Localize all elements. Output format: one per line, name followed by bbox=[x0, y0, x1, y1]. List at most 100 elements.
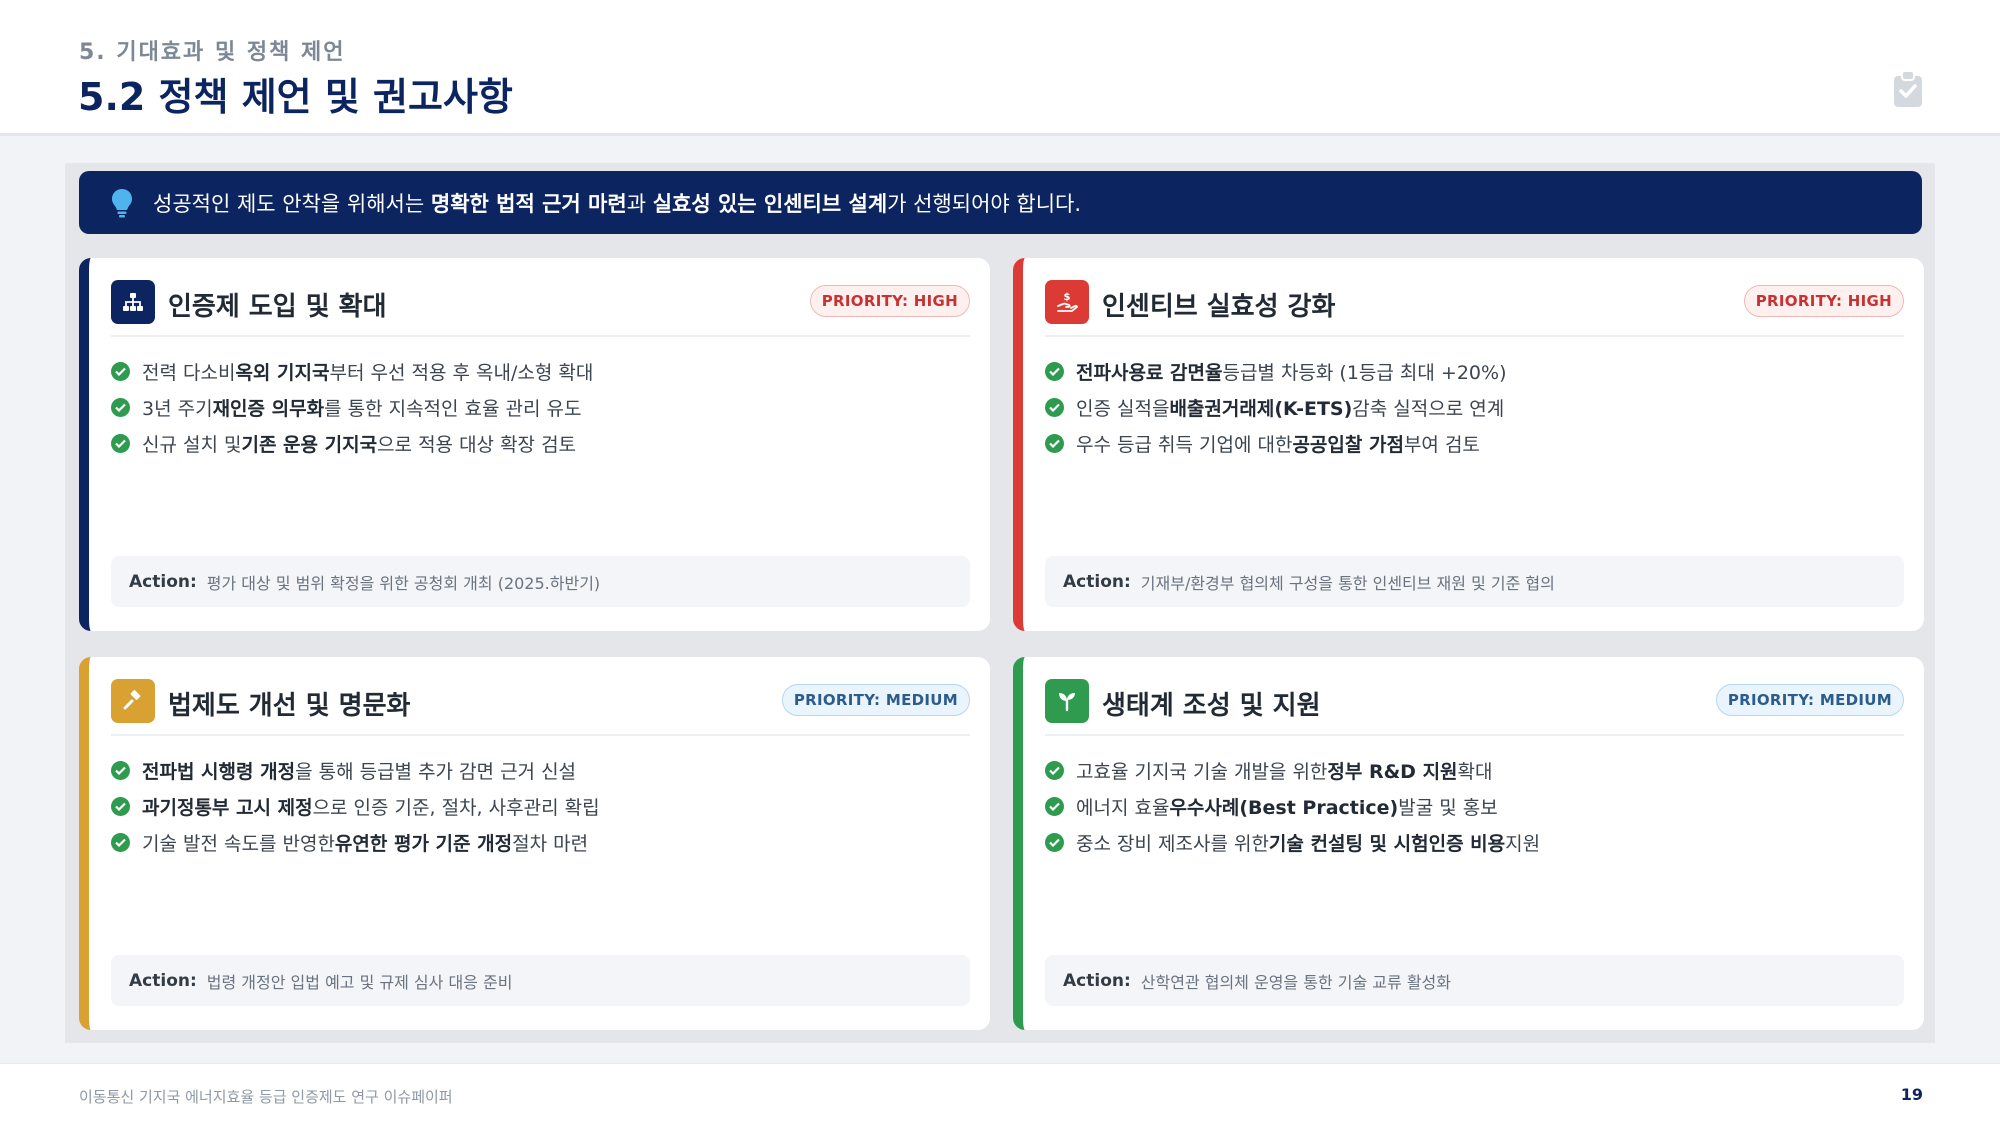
key-message-banner: 성공적인 제도 안착을 위해서는 명확한 법적 근거 마련과 실효성 있는 인센… bbox=[79, 171, 1922, 234]
bullet-text: 우수 등급 취득 기업에 대한 bbox=[1076, 433, 1293, 456]
list-item: 우수 등급 취득 기업에 대한 공공입찰 가점 부여 검토 bbox=[1045, 425, 1507, 461]
bullet-text: 기술 발전 속도를 반영한 bbox=[142, 832, 335, 855]
bullet-text: 등급별 차등화 (1등급 최대 +20%) bbox=[1222, 361, 1507, 384]
card-title: 인센티브 실효성 강화 bbox=[1102, 292, 1336, 322]
action-label: Action: bbox=[129, 970, 197, 991]
check-circle-icon bbox=[1045, 397, 1064, 417]
list-item: 전력 다소비 옥외 기지국 부터 우선 적용 후 옥내/소형 확대 bbox=[111, 353, 593, 389]
list-item: 인증 실적을 배출권거래제(K-ETS) 감축 실적으로 연계 bbox=[1045, 389, 1507, 425]
bullet-emphasis: 우수사례(Best Practice) bbox=[1169, 796, 1399, 819]
check-circle-icon bbox=[111, 397, 130, 417]
priority-badge: PRIORITY: HIGH bbox=[1743, 285, 1904, 317]
banner-highlight-incentive: 실효성 있는 인센티브 설계 bbox=[652, 191, 888, 216]
list-item: 고효율 기지국 기술 개발을 위한 정부 R&D 지원 확대 bbox=[1045, 752, 1540, 788]
action-box: Action: 법령 개정안 입법 예고 및 규제 심사 대응 준비 bbox=[111, 955, 970, 1006]
clipboard-check-icon bbox=[1894, 70, 1922, 107]
bullet-emphasis: 기존 운용 기지국 bbox=[241, 433, 378, 456]
bullet-list: 전파법 시행령 개정 을 통해 등급별 추가 감면 근거 신설 과기정통부 고시 … bbox=[111, 752, 600, 860]
bullet-text: 부여 검토 bbox=[1403, 433, 1480, 456]
bullet-text: 전력 다소비 bbox=[142, 361, 236, 384]
bullet-emphasis: 옥외 기지국 bbox=[235, 361, 330, 384]
card-header: 인증제 도입 및 확대 PRIORITY: HIGH bbox=[111, 280, 970, 337]
action-text: 평가 대상 및 범위 확정을 위한 공청회 개최 (2025.하반기) bbox=[206, 573, 601, 593]
slide-footer: 이동통신 기지국 에너지효율 등급 인증제도 연구 이슈페이퍼 19 bbox=[0, 1063, 2000, 1125]
page-title: 5.2 정책 제언 및 권고사항 bbox=[78, 75, 513, 119]
action-box: Action: 평가 대상 및 범위 확정을 위한 공청회 개최 (2025.하… bbox=[111, 556, 970, 607]
bullet-text: 중소 장비 제조사를 위한 bbox=[1076, 832, 1269, 855]
bullet-text: 감축 실적으로 연계 bbox=[1352, 397, 1505, 420]
bullet-text: 으로 적용 대상 확장 검토 bbox=[377, 433, 577, 456]
bullet-emphasis: 배출권거래제(K-ETS) bbox=[1169, 397, 1353, 420]
check-circle-icon bbox=[111, 832, 130, 852]
bullet-text: 인증 실적을 bbox=[1076, 397, 1170, 420]
bullet-emphasis: 전파사용료 감면율 bbox=[1076, 361, 1223, 384]
list-item: 전파법 시행령 개정 을 통해 등급별 추가 감면 근거 신설 bbox=[111, 752, 600, 788]
policy-card-incentive: $ 인센티브 실효성 강화 PRIORITY: HIGH 전파사용료 감면율 등… bbox=[1013, 258, 1924, 631]
list-item: 중소 장비 제조사를 위한 기술 컨설팅 및 시험인증 비용 지원 bbox=[1045, 824, 1540, 860]
list-item: 과기정통부 고시 제정 으로 인증 기준, 절차, 사후관리 확립 bbox=[111, 788, 600, 824]
check-circle-icon bbox=[1045, 796, 1064, 816]
card-title: 법제도 개선 및 명문화 bbox=[168, 691, 411, 721]
page-number: 19 bbox=[1900, 1085, 1923, 1104]
svg-text:$: $ bbox=[1064, 292, 1071, 303]
priority-badge: PRIORITY: MEDIUM bbox=[1715, 684, 1904, 716]
bullet-text: 을 통해 등급별 추가 감면 근거 신설 bbox=[295, 760, 577, 783]
action-text: 기재부/환경부 협의체 구성을 통한 인센티브 재원 및 기준 협의 bbox=[1140, 573, 1555, 593]
check-circle-icon bbox=[111, 433, 130, 453]
priority-badge: PRIORITY: MEDIUM bbox=[781, 684, 970, 716]
section-label: 5. 기대효과 및 정책 제언 bbox=[79, 40, 346, 65]
card-header: 생태계 조성 및 지원 PRIORITY: MEDIUM bbox=[1045, 679, 1904, 736]
check-circle-icon bbox=[111, 760, 130, 780]
check-circle-icon bbox=[111, 796, 130, 816]
check-circle-icon bbox=[1045, 361, 1064, 381]
footer-document-title: 이동통신 기지국 에너지효율 등급 인증제도 연구 이슈페이퍼 bbox=[79, 1088, 453, 1106]
bullet-text: 고효율 기지국 기술 개발을 위한 bbox=[1076, 760, 1328, 783]
slide-header: 5. 기대효과 및 정책 제언 5.2 정책 제언 및 권고사항 bbox=[0, 0, 2000, 136]
bullet-text: 를 통한 지속적인 효율 관리 유도 bbox=[324, 397, 582, 420]
action-label: Action: bbox=[1063, 970, 1131, 991]
check-circle-icon bbox=[1045, 832, 1064, 852]
action-label: Action: bbox=[1063, 571, 1131, 592]
bullet-emphasis: 기술 컨설팅 및 시험인증 비용 bbox=[1268, 832, 1506, 855]
bullet-emphasis: 과기정통부 고시 제정 bbox=[142, 796, 313, 819]
bullet-emphasis: 유연한 평가 기준 개정 bbox=[334, 832, 513, 855]
banner-text-post: 가 선행되어야 합니다. bbox=[887, 191, 1082, 216]
bullet-emphasis: 재인증 의무화 bbox=[212, 397, 325, 420]
sitemap-icon bbox=[111, 280, 155, 324]
seedling-icon bbox=[1045, 679, 1089, 723]
lightbulb-icon bbox=[112, 188, 132, 217]
bullet-text: 지원 bbox=[1505, 832, 1541, 855]
banner-text-pre: 성공적인 제도 안착을 위해서는 bbox=[153, 191, 431, 216]
bullet-text: 3년 주기 bbox=[142, 397, 213, 420]
card-title: 인증제 도입 및 확대 bbox=[168, 292, 387, 322]
bullet-text: 발굴 및 홍보 bbox=[1398, 796, 1498, 819]
card-header: 법제도 개선 및 명문화 PRIORITY: MEDIUM bbox=[111, 679, 970, 736]
list-item: 전파사용료 감면율 등급별 차등화 (1등급 최대 +20%) bbox=[1045, 353, 1507, 389]
bullet-text: 신규 설치 및 bbox=[142, 433, 242, 456]
bullet-text: 으로 인증 기준, 절차, 사후관리 확립 bbox=[312, 796, 600, 819]
bullet-list: 전력 다소비 옥외 기지국 부터 우선 적용 후 옥내/소형 확대 3년 주기 재… bbox=[111, 353, 593, 461]
card-header: $ 인센티브 실효성 강화 PRIORITY: HIGH bbox=[1045, 280, 1904, 337]
list-item: 신규 설치 및 기존 운용 기지국 으로 적용 대상 확장 검토 bbox=[111, 425, 593, 461]
banner-text-mid: 과 bbox=[626, 191, 653, 216]
bullet-emphasis: 전파법 시행령 개정 bbox=[142, 760, 296, 783]
policy-card-certification: 인증제 도입 및 확대 PRIORITY: HIGH 전력 다소비 옥외 기지국… bbox=[79, 258, 990, 631]
list-item: 에너지 효율 우수사례(Best Practice) 발굴 및 홍보 bbox=[1045, 788, 1540, 824]
bullet-emphasis: 정부 R&D 지원 bbox=[1327, 760, 1458, 783]
gavel-icon bbox=[111, 679, 155, 723]
bullet-emphasis: 공공입찰 가점 bbox=[1292, 433, 1404, 456]
check-circle-icon bbox=[1045, 433, 1064, 453]
priority-badge: PRIORITY: HIGH bbox=[809, 285, 970, 317]
action-box: Action: 산학연관 협의체 운영을 통한 기술 교류 활성화 bbox=[1045, 955, 1904, 1006]
hand-holding-dollar-icon: $ bbox=[1045, 280, 1089, 324]
policy-card-ecosystem: 생태계 조성 및 지원 PRIORITY: MEDIUM 고효율 기지국 기술 … bbox=[1013, 657, 1924, 1030]
card-title: 생태계 조성 및 지원 bbox=[1102, 691, 1321, 721]
bullet-text: 확대 bbox=[1457, 760, 1493, 783]
action-label: Action: bbox=[129, 571, 197, 592]
list-item: 기술 발전 속도를 반영한 유연한 평가 기준 개정 절차 마련 bbox=[111, 824, 600, 860]
banner-text: 성공적인 제도 안착을 위해서는 명확한 법적 근거 마련과 실효성 있는 인센… bbox=[153, 188, 1081, 218]
action-text: 산학연관 협의체 운영을 통한 기술 교류 활성화 bbox=[1140, 972, 1451, 992]
action-text: 법령 개정안 입법 예고 및 규제 심사 대응 준비 bbox=[206, 972, 513, 992]
action-box: Action: 기재부/환경부 협의체 구성을 통한 인센티브 재원 및 기준 … bbox=[1045, 556, 1904, 607]
bullet-list: 전파사용료 감면율 등급별 차등화 (1등급 최대 +20%) 인증 실적을 배… bbox=[1045, 353, 1507, 461]
